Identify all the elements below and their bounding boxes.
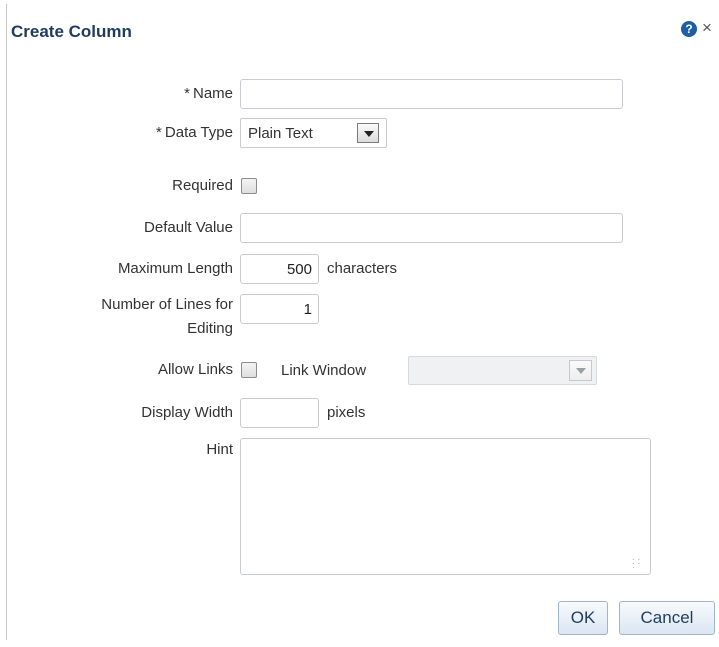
- data-type-select[interactable]: Plain Text: [240, 118, 387, 148]
- name-label: * Name: [184, 85, 233, 102]
- display-width-input[interactable]: [240, 398, 319, 428]
- dropdown-arrow-icon: [569, 360, 592, 381]
- dialog-title: Create Column: [11, 22, 132, 41]
- link-window-label: Link Window: [281, 362, 367, 379]
- lines-label-line2: Editing: [187, 320, 233, 337]
- dialog-edge: [6, 4, 7, 640]
- required-label: Required: [172, 177, 233, 194]
- lines-label-line1: Number of Lines for: [101, 296, 233, 313]
- data-type-value: Plain Text: [248, 125, 313, 142]
- cancel-button[interactable]: Cancel: [619, 601, 715, 635]
- name-input[interactable]: [240, 79, 623, 109]
- create-column-dialog: Create Column ? × * Name * Data Type Plain…: [0, 0, 719, 647]
- data-type-label: * Data Type: [156, 124, 233, 141]
- link-window-select: [408, 356, 597, 385]
- allow-links-label: Allow Links: [157, 361, 233, 378]
- resize-grip-icon[interactable]: . .. . .: [632, 553, 644, 571]
- display-width-label: Display Width: [141, 404, 233, 421]
- max-length-input[interactable]: [240, 254, 319, 284]
- max-length-label: Maximum Length: [117, 260, 233, 277]
- help-icon[interactable]: ?: [681, 21, 697, 37]
- lines-input[interactable]: [240, 294, 319, 324]
- max-length-suffix: characters: [327, 260, 398, 277]
- hint-label: Hint: [206, 441, 233, 458]
- required-marker: *: [184, 85, 190, 102]
- display-width-suffix: pixels: [327, 404, 366, 421]
- allow-links-checkbox[interactable]: [241, 362, 257, 378]
- ok-button[interactable]: OK: [558, 601, 608, 635]
- dropdown-arrow-icon[interactable]: [357, 123, 379, 143]
- hint-textarea[interactable]: . .. . .: [240, 438, 651, 575]
- default-value-label: Default Value: [144, 219, 233, 236]
- close-icon[interactable]: ×: [702, 19, 712, 37]
- required-marker: *: [156, 124, 162, 141]
- default-value-input[interactable]: [240, 213, 623, 243]
- required-checkbox[interactable]: [241, 178, 257, 194]
